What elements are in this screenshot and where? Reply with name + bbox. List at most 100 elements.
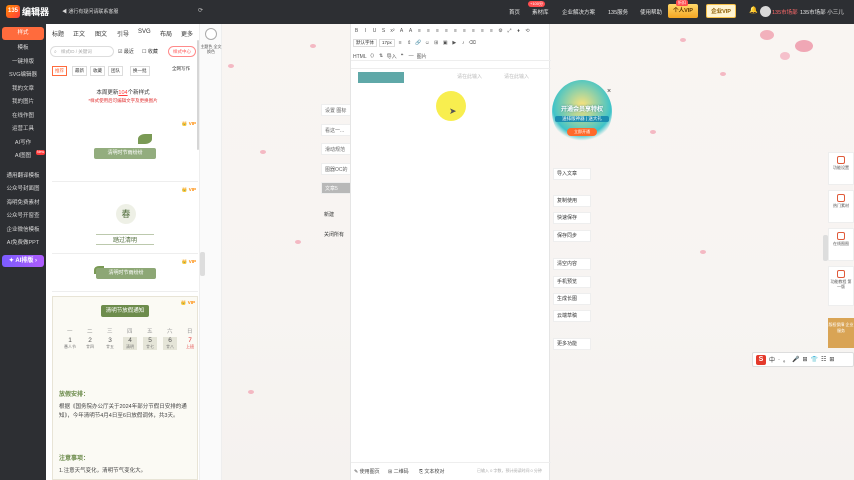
tab-more[interactable]: 更多 (181, 29, 193, 38)
save-sync-button[interactable]: 保存同步 (553, 230, 591, 242)
more-functions-button[interactable]: 更多功能 (553, 338, 591, 350)
justify-icon[interactable]: ≡ (443, 28, 450, 35)
ime-punct-icon[interactable]: · (778, 357, 780, 363)
content-placeholder[interactable]: 请在此输入 (504, 73, 529, 80)
cloud-draft-button[interactable]: 云端草稿 (553, 310, 591, 322)
tab-svg[interactable]: SVG (138, 29, 151, 35)
divider-icon[interactable]: — (408, 53, 415, 60)
html-button[interactable]: HTML (353, 54, 367, 60)
bell-icon[interactable]: 🔔 (749, 6, 758, 14)
ai-layout-button[interactable]: ✦ AI排版 › (2, 254, 44, 267)
notice-text[interactable]: ◀ 通行有疑问请联系客服 (62, 8, 118, 15)
font-color-icon[interactable]: A (398, 28, 405, 35)
image-icon[interactable]: ▣ (442, 40, 449, 47)
spacing-icon[interactable]: ⇕ (406, 40, 413, 47)
subtab-latest[interactable]: 最新 (72, 66, 87, 76)
emoji-icon[interactable]: ☺ (424, 40, 431, 47)
close-all-button[interactable]: 关闭所有 (324, 231, 344, 238)
enterprise-vip-button[interactable]: 企业VIP (706, 4, 736, 18)
team-name[interactable]: 135市场部 (772, 8, 798, 16)
format-brush-icon[interactable]: ♦ (515, 28, 522, 35)
clear-content-button[interactable]: 清空内容 (553, 258, 591, 270)
sidebar-item-svg[interactable]: SVG编辑器 (0, 69, 46, 83)
sidebar-item-images[interactable]: 我的图片 (0, 96, 46, 110)
sidebar-item-templates[interactable]: 模板 (0, 42, 46, 56)
copy-button[interactable]: 复制使用 (553, 195, 591, 207)
rail-item-hot[interactable]: 热门素材 (828, 190, 854, 223)
align-right-icon[interactable]: ≡ (434, 28, 441, 35)
logo[interactable]: 135 编辑器 (6, 5, 49, 18)
settings-icon[interactable]: ⚙ (497, 28, 504, 35)
panel-collapse-handle[interactable] (200, 252, 205, 276)
nav-enterprise[interactable]: 企业解决方案 (562, 8, 595, 16)
video-icon[interactable]: ▶ (451, 40, 458, 47)
long-image-button[interactable]: 生成长图 (553, 293, 591, 305)
link-icon[interactable]: 🔗 (415, 40, 422, 47)
subtab-shuffle[interactable]: 换一批 (130, 66, 150, 76)
align-left-icon[interactable]: ≡ (416, 28, 423, 35)
font-family-select[interactable]: 默认字体 (353, 39, 377, 47)
ordered-list-icon[interactable]: ≡ (479, 28, 486, 35)
sidebar-item-free-materials[interactable]: 海明免费素材 (0, 197, 46, 211)
underline-icon[interactable]: U (371, 28, 378, 35)
style-card[interactable]: 👑 VIP 清明时节雨纷纷 (52, 118, 198, 182)
tab-body[interactable]: 正文 (73, 29, 85, 38)
refresh-icon[interactable]: ⟳ (198, 7, 203, 14)
sidebar-item-one-click[interactable]: 一键排版 (0, 56, 46, 70)
background-color-icon[interactable]: A (407, 28, 414, 35)
quote-icon[interactable]: ❝ (399, 53, 406, 60)
font-size-select[interactable]: 17px (379, 39, 395, 47)
table-icon[interactable]: ⊞ (433, 40, 440, 47)
sidebar-item-ai-writing[interactable]: AI写作 (0, 137, 46, 151)
personal-vip-button[interactable]: 个人VIP (668, 4, 698, 18)
content-placeholder[interactable]: 请在此输入 (457, 73, 482, 80)
keyboard-icon[interactable]: ⊞ (803, 356, 808, 363)
rail-item-settings[interactable]: 功能设置 (828, 152, 854, 185)
tab-title[interactable]: 标题 (52, 29, 64, 38)
draft-item[interactable]: 滑动规范 (321, 143, 351, 155)
ime-period-icon[interactable]: 。 (783, 355, 789, 364)
style-search-input[interactable]: ⌕ 样式ID / 关键词 (50, 46, 114, 57)
clear-format-icon[interactable]: ⌫ (469, 40, 476, 47)
subtab-recommend[interactable]: 推荐 (52, 66, 67, 76)
draft-item-active[interactable]: 文章5 (321, 182, 351, 194)
import-article-button[interactable]: 导入文章 (553, 168, 591, 180)
subtab-team[interactable]: 团队 (108, 66, 123, 76)
menu-icon[interactable]: ☷ (821, 356, 826, 363)
list-icon[interactable]: ≡ (470, 28, 477, 35)
calendar-card[interactable]: 👑 VIP 清明节放假通知 一 二 三 四 五 六 日 1 愚人节 2 廿四 3 廿五… (52, 296, 198, 480)
audio-icon[interactable]: ♪ (460, 40, 467, 47)
sidebar-item-styles[interactable]: 样式 (2, 27, 44, 40)
draft-item[interactable]: 图器OC的 (321, 163, 351, 175)
undo-icon[interactable]: ⟲ (524, 28, 531, 35)
sidebar-item-articles[interactable]: 我的文章 (0, 83, 46, 97)
outdent-icon[interactable]: ≡ (461, 28, 468, 35)
style-card[interactable]: 👑 VIP 清明时节雨纷纷 (52, 256, 198, 292)
sidebar-item-ppt[interactable]: AI免费做PPT (0, 237, 46, 251)
filter-favorite[interactable]: ☐ 收藏 (142, 48, 158, 55)
avatar[interactable] (760, 6, 771, 17)
rail-item-online-image[interactable]: 在线图图 (828, 228, 854, 261)
sidebar-item-cover[interactable]: 公众号封面图 (0, 183, 46, 197)
panel-scrollbar[interactable] (197, 40, 199, 150)
quick-save-button[interactable]: 快速保存 (553, 212, 591, 224)
import-button[interactable]: 导入 (387, 53, 397, 60)
new-draft-button[interactable]: 新建 (324, 211, 334, 218)
rail-collapse-handle[interactable] (823, 235, 828, 261)
sidebar-item-translate[interactable]: 通用翻译模板 (0, 170, 46, 184)
nav-help[interactable]: 使用帮助 (640, 8, 662, 16)
align-center-icon[interactable]: ≡ (425, 28, 432, 35)
italic-icon[interactable]: I (362, 28, 369, 35)
skin-icon[interactable]: 👕 (811, 356, 818, 363)
sidebar-item-ai-image[interactable]: AI图图 New (0, 150, 46, 164)
indent-icon[interactable]: ≡ (452, 28, 459, 35)
align-icon[interactable]: ≡ (397, 40, 404, 47)
promo-button[interactable]: 立即开通 (567, 128, 597, 136)
microphone-icon[interactable]: 🎤 (792, 356, 799, 363)
use-template-button[interactable]: ✎ 使用图页 (354, 468, 380, 475)
proofread-button[interactable]: ⎘ 文本校对 (419, 468, 444, 475)
line-height-icon[interactable]: ≡ (488, 28, 495, 35)
nav-service[interactable]: 135服务 (608, 8, 628, 16)
sidebar-item-wecom[interactable]: 企业微信模板 (0, 224, 46, 238)
superscript-icon[interactable]: x² (389, 28, 396, 35)
